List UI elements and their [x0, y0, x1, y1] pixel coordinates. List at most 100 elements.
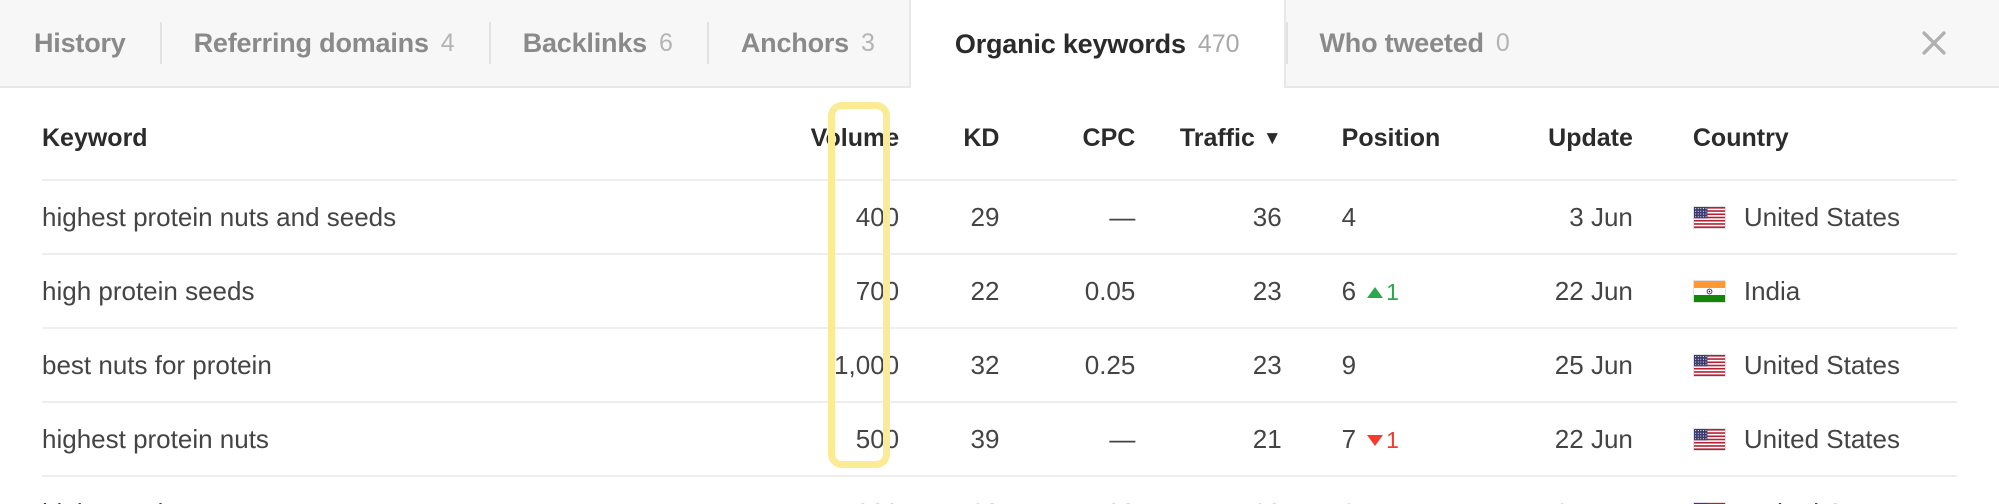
cell-cpc: 1.00	[999, 475, 1136, 504]
triangle-down-icon	[1367, 435, 1384, 446]
cell-cpc: —	[999, 179, 1136, 254]
tab-referring-domains[interactable]: Referring domains 4	[159, 0, 489, 86]
triangle-up-icon	[1367, 287, 1384, 298]
country-cell: India	[1692, 276, 1957, 307]
cell-kd: 29	[899, 179, 1000, 254]
column-header-update[interactable]: Update	[1476, 88, 1633, 180]
cell-traffic: 36	[1135, 179, 1282, 254]
tab-count: 6	[658, 28, 673, 57]
country-cell: United States	[1692, 424, 1957, 455]
cell-keyword[interactable]: best nuts for protein	[42, 327, 691, 402]
cell-position: 81	[1281, 475, 1477, 504]
position-value: 6	[1341, 276, 1357, 306]
cell-kd: 32	[899, 327, 1000, 402]
cell-traffic: 23	[1135, 327, 1282, 402]
country-name: India	[1743, 276, 1801, 306]
cell-position: 4	[1281, 179, 1477, 254]
cell-traffic: 20	[1135, 475, 1282, 504]
cell-volume: 900	[690, 475, 900, 504]
position-value: 8	[1342, 498, 1356, 504]
cell-country: United States	[1632, 401, 1957, 476]
cell-country: United States	[1632, 475, 1957, 504]
position-delta-value: 1	[1386, 427, 1399, 453]
position-value: 7	[1341, 424, 1357, 454]
table-header-row: Keyword Volume KD CPC Traffic ▼ Position …	[42, 88, 1957, 180]
cell-position: 71	[1281, 401, 1477, 476]
tab-label: Referring domains	[193, 27, 429, 58]
cell-cpc: 0.05	[999, 253, 1136, 328]
tab-organic-keywords[interactable]: Organic keywords 470	[908, 0, 1286, 88]
country-cell: United States	[1692, 350, 1957, 381]
country-cell: United States	[1692, 498, 1957, 504]
cell-kd: 22	[899, 253, 1000, 328]
tab-label: Anchors	[740, 27, 849, 58]
cell-volume: 700	[690, 253, 900, 328]
flag-us-icon	[1692, 206, 1726, 229]
close-icon	[1917, 26, 1951, 60]
flag-in-icon	[1692, 280, 1726, 303]
position-value: 4	[1341, 202, 1357, 232]
flag-us-icon	[1692, 354, 1726, 377]
table-row[interactable]: high protein seeds 700 22 0.05 23 6 1 22 Jun Ind…	[42, 253, 1957, 328]
cell-update: 22 Jun	[1476, 401, 1633, 476]
position-delta-value: 1	[1386, 279, 1399, 305]
tab-history[interactable]: History	[0, 0, 160, 86]
cell-cpc: 0.25	[999, 327, 1136, 402]
close-panel-button[interactable]	[1891, 0, 1977, 86]
cell-traffic: 23	[1135, 253, 1282, 328]
cell-update: 24 Jun	[1476, 475, 1633, 504]
cell-country: United States	[1632, 327, 1957, 402]
country-cell: United States	[1692, 202, 1957, 233]
cell-traffic: 21	[1135, 401, 1282, 476]
cell-update: 3 Jun	[1476, 179, 1633, 254]
column-header-volume[interactable]: Volume	[690, 88, 899, 180]
country-name: United States	[1743, 350, 1900, 380]
tab-label: History	[34, 27, 126, 58]
cell-position: 61	[1281, 253, 1477, 328]
tab-anchors[interactable]: Anchors 3	[706, 0, 909, 86]
table-body: highest protein nuts and seeds 400 29—36 4 3…	[42, 179, 1957, 504]
cell-update: 25 Jun	[1476, 327, 1633, 402]
tab-count: 470	[1197, 29, 1240, 58]
column-header-position[interactable]: Position	[1282, 88, 1476, 180]
tab-bar-spacer	[1544, 0, 1891, 86]
country-name: United States	[1744, 498, 1900, 504]
cell-volume: 500	[690, 401, 900, 476]
position-value: 9	[1341, 350, 1357, 380]
tab-list: History Referring domains 4 Backlinks 6 Ancho…	[0, 0, 1544, 88]
cell-keyword[interactable]: high protein seeds	[42, 253, 691, 328]
flag-us-icon	[1692, 428, 1726, 451]
table-row[interactable]: highest protein nuts and seeds 400 29—36 4 3…	[42, 179, 1957, 254]
position-up-indicator: 1	[1367, 279, 1399, 305]
country-name: United States	[1743, 424, 1900, 454]
tab-bar: History Referring domains 4 Backlinks 6 Ancho…	[0, 0, 1999, 88]
tab-backlinks[interactable]: Backlinks 6	[488, 0, 707, 86]
column-header-traffic-label: Traffic	[1179, 124, 1255, 152]
tab-label: Organic keywords	[954, 28, 1186, 59]
column-header-kd[interactable]: KD	[899, 88, 999, 180]
cell-country: India	[1632, 253, 1957, 328]
cell-position: 9	[1281, 327, 1477, 402]
country-name: United States	[1743, 202, 1900, 232]
cell-country: United States	[1632, 179, 1957, 254]
column-header-traffic[interactable]: Traffic ▼	[1135, 88, 1282, 180]
cell-volume: 400	[690, 179, 900, 254]
tab-count: 3	[861, 28, 875, 57]
tab-who-tweeted[interactable]: Who tweeted 0	[1285, 0, 1544, 86]
table-row[interactable]: best nuts for protein 1,000 32 0.25 23 9 25 Ju…	[42, 327, 1957, 402]
column-header-country[interactable]: Country	[1633, 88, 1957, 180]
cell-cpc: —	[999, 401, 1136, 476]
tab-label: Who tweeted	[1319, 27, 1484, 58]
cell-keyword[interactable]: highest protein nuts	[42, 401, 691, 476]
cell-kd: 39	[899, 475, 1000, 504]
column-header-keyword[interactable]: Keyword	[42, 88, 690, 180]
table-row[interactable]: high protein nuts900391.00208124 Jun Unit…	[42, 475, 1957, 504]
column-header-cpc[interactable]: CPC	[999, 88, 1136, 180]
position-down-indicator: 1	[1367, 427, 1399, 453]
cell-keyword[interactable]: high protein nuts	[42, 475, 691, 504]
cell-kd: 39	[899, 401, 1000, 476]
cell-keyword[interactable]: highest protein nuts and seeds	[42, 179, 691, 254]
table-row[interactable]: highest protein nuts 500 39—21 7 1 22 Jun Unit…	[42, 401, 1957, 476]
sort-descending-icon: ▼	[1262, 128, 1282, 149]
organic-keywords-table: Keyword Volume KD CPC Traffic ▼ Position …	[42, 88, 1957, 504]
